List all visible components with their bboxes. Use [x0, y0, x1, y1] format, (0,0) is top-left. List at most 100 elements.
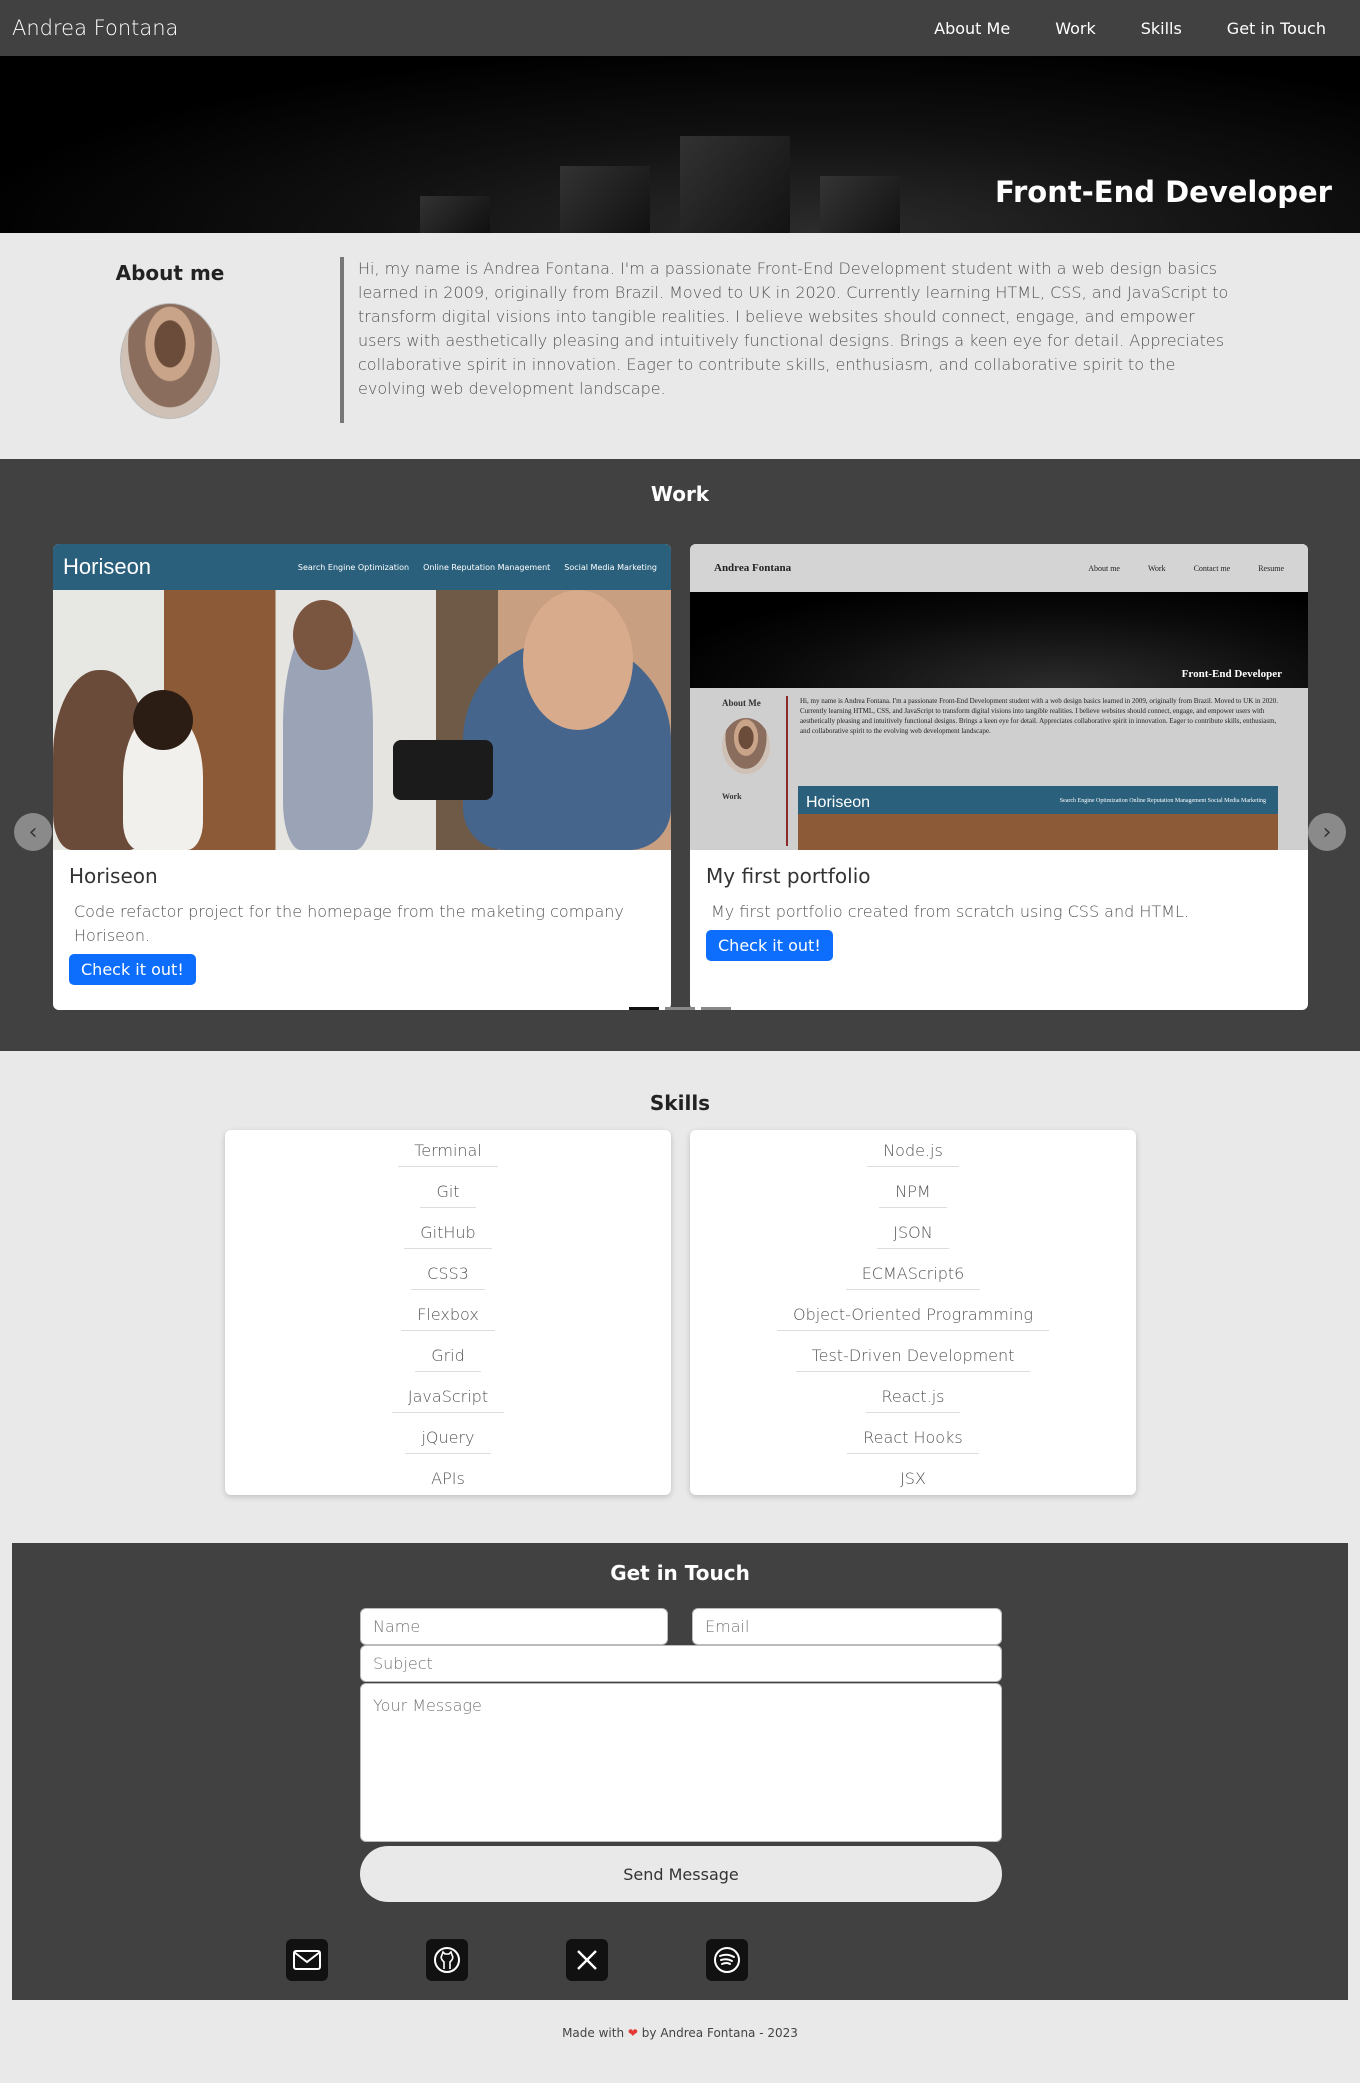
skill-item: Git — [225, 1177, 671, 1218]
check-it-out-button[interactable]: Check it out! — [706, 930, 833, 961]
portfolio-preview-horiseon-links: Search Engine Optimization Online Reputa… — [1059, 798, 1266, 804]
skill-item: JavaScript — [225, 1382, 671, 1423]
carousel-indicator[interactable] — [629, 1007, 659, 1010]
github-link[interactable] — [426, 1939, 468, 1981]
carousel-indicators — [629, 1007, 731, 1010]
email-input[interactable] — [692, 1608, 1002, 1645]
skill-label: CSS3 — [411, 1259, 485, 1290]
portfolio-preview-hero: Front-End Developer — [690, 592, 1308, 688]
skill-label: Object-Oriented Programming — [776, 1300, 1049, 1331]
subject-input[interactable] — [360, 1645, 1002, 1682]
hero-title: Front-End Developer — [995, 175, 1332, 209]
navbar: Andrea Fontana About Me Work Skills Get … — [0, 0, 1360, 56]
nav-links: About Me Work Skills Get in Touch — [934, 19, 1348, 38]
skill-item: Grid — [225, 1341, 671, 1382]
skill-item: Terminal — [225, 1136, 671, 1177]
nav-link-work[interactable]: Work — [1055, 19, 1096, 38]
github-icon — [434, 1947, 460, 1973]
chevron-right-icon: › — [1322, 819, 1332, 845]
card-description: My first portfolio created from scratch … — [711, 902, 1189, 921]
card-body: Horiseon Code refactor project for the h… — [53, 850, 671, 999]
project-card-portfolio: Andrea Fontana About me Work Contact me … — [690, 544, 1308, 1010]
skill-item: CSS3 — [225, 1259, 671, 1300]
horiseon-preview-header: Horiseon Search Engine Optimization Onli… — [53, 544, 671, 590]
message-textarea[interactable] — [360, 1683, 1002, 1842]
nav-link-skills[interactable]: Skills — [1141, 19, 1182, 38]
card-body: My first portfolio My first portfolio cr… — [690, 850, 1308, 975]
skill-item: Object-Oriented Programming — [690, 1300, 1136, 1341]
skill-label: GitHub — [404, 1218, 492, 1249]
contact-heading: Get in Touch — [610, 1561, 750, 1585]
horiseon-logo: Horiseon — [63, 554, 152, 579]
hero-cube — [560, 166, 650, 233]
skill-label: Terminal — [398, 1136, 498, 1167]
skill-label: Git — [420, 1177, 476, 1208]
email-link[interactable] — [286, 1939, 328, 1981]
carousel-prev-button[interactable]: ‹ — [14, 813, 52, 851]
photo-person — [523, 590, 633, 730]
heart-icon: ❤ — [627, 2026, 638, 2040]
skill-item: Flexbox — [225, 1300, 671, 1341]
skill-label: React.js — [865, 1382, 961, 1413]
footer-prefix: Made with — [562, 2026, 625, 2040]
hero-cube — [420, 196, 490, 233]
portfolio-preview-link: Work — [1147, 563, 1166, 573]
portfolio-preview-about: About Me Hi, my name is Andrea Fontana. … — [690, 688, 1308, 850]
about-heading: About me — [115, 261, 225, 285]
skill-item: ECMAScript6 — [690, 1259, 1136, 1300]
skill-item: JSX — [690, 1464, 1136, 1505]
skill-item: APIs — [225, 1464, 671, 1505]
carousel-indicator[interactable] — [665, 1007, 695, 1010]
spotify-icon — [714, 1947, 740, 1973]
skill-label: JSX — [900, 1469, 926, 1488]
portfolio-preview-horiseon: Horiseon Search Engine Optimization Onli… — [798, 786, 1278, 850]
project-screenshot: Horiseon Search Engine Optimization Onli… — [53, 544, 671, 850]
card-description: Code refactor project for the homepage f… — [74, 902, 624, 945]
footer: Made with ❤ by Andrea Fontana - 2023 — [0, 2026, 1360, 2040]
about-text: Hi, my name is Andrea Fontana. I'm a pas… — [340, 257, 1230, 423]
skill-label: NPM — [879, 1177, 947, 1208]
skill-item: NPM — [690, 1177, 1136, 1218]
spotify-link[interactable] — [706, 1939, 748, 1981]
name-input[interactable] — [360, 1608, 668, 1645]
send-message-button[interactable]: Send Message — [360, 1846, 1002, 1902]
skill-label: Grid — [415, 1341, 481, 1372]
team-photo — [53, 590, 671, 850]
skill-label: Flexbox — [401, 1300, 495, 1331]
skill-item: JSON — [690, 1218, 1136, 1259]
x-link[interactable] — [566, 1939, 608, 1981]
nav-link-contact[interactable]: Get in Touch — [1227, 19, 1326, 38]
carousel-indicator[interactable] — [701, 1007, 731, 1010]
project-screenshot: Andrea Fontana About me Work Contact me … — [690, 544, 1308, 850]
portfolio-preview-about-heading: About Me — [722, 698, 761, 708]
horiseon-preview-link: Search Engine Optimization — [297, 562, 410, 572]
portfolio-preview-nav: Andrea Fontana About me Work Contact me … — [690, 544, 1308, 592]
contact-section: Get in Touch Send Message — [12, 1543, 1348, 2000]
work-heading: Work — [650, 482, 710, 506]
portfolio-preview-work-heading: Work — [722, 792, 742, 801]
horiseon-preview-links: Search Engine Optimization Online Reputa… — [298, 563, 657, 572]
check-it-out-button[interactable]: Check it out! — [69, 954, 196, 985]
skills-heading: Skills — [649, 1091, 711, 1115]
skill-label: ECMAScript6 — [845, 1259, 981, 1290]
portfolio-preview-divider — [786, 696, 788, 846]
about-profile: About me — [110, 261, 230, 419]
horiseon-preview-link: Online Reputation Management — [423, 562, 551, 572]
x-icon — [577, 1950, 597, 1970]
portfolio-preview-horiseon-logo: Horiseon — [806, 794, 871, 811]
skills-list-right: Node.js NPM JSON ECMAScript6 Object-Orie… — [690, 1130, 1136, 1495]
hero-banner: Front-End Developer — [0, 56, 1360, 233]
photo-person — [293, 600, 353, 670]
card-title: Horiseon — [69, 864, 158, 888]
brand-link[interactable]: Andrea Fontana — [12, 16, 178, 40]
card-title: My first portfolio — [706, 864, 871, 888]
about-section: About me Hi, my name is Andrea Fontana. … — [0, 233, 1360, 459]
photo-chair — [393, 740, 493, 800]
carousel-next-button[interactable]: › — [1308, 813, 1346, 851]
skill-label: JavaScript — [391, 1382, 505, 1413]
skills-list-left: Terminal Git GitHub CSS3 Flexbox Grid Ja… — [225, 1130, 671, 1495]
skill-label: React Hooks — [847, 1423, 979, 1454]
portfolio-preview-links: About me Work Contact me Resume — [1088, 564, 1284, 573]
hero-cube — [820, 176, 900, 233]
nav-link-about[interactable]: About Me — [934, 19, 1010, 38]
